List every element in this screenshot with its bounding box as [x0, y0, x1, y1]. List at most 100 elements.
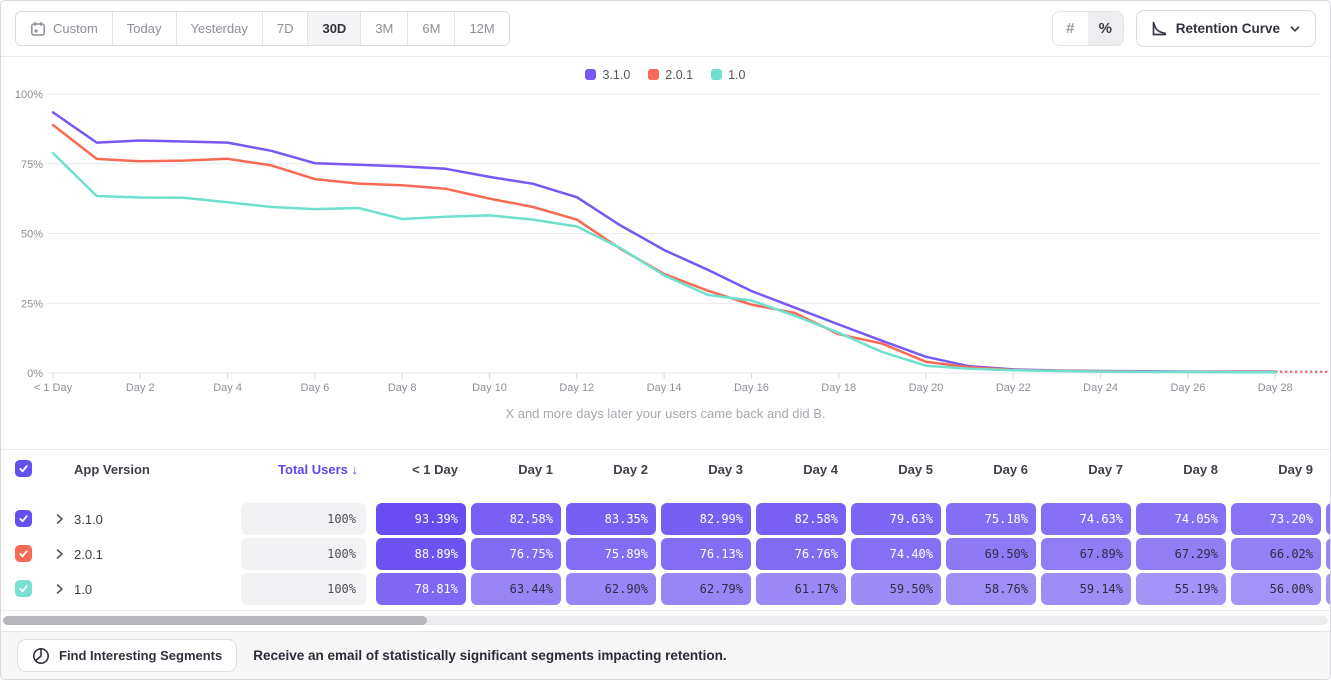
row-checkbox-1.0[interactable] [15, 580, 32, 597]
find-interesting-segments-button[interactable]: Find Interesting Segments [17, 639, 237, 672]
retention-cell: 82.58% [471, 503, 561, 535]
chart-legend: 3.1.0 2.0.1 1.0 [1, 57, 1330, 83]
chart-section: 3.1.02.0.11.0 0%25%50%75%100%< 1 DayDay … [1, 57, 1330, 449]
x-tick-label: Day 26 [1170, 382, 1205, 394]
retention-cell: 82.99% [661, 503, 751, 535]
retention-cell: 55.19% [1136, 573, 1226, 605]
chart-caption: X and more days later your users came ba… [1, 406, 1330, 421]
legend-label: 2.0.1 [665, 68, 693, 82]
retention-table: App Version Total Users ↓ < 1 Day Day 1 Da… [1, 449, 1330, 611]
expand-chevron-icon[interactable] [56, 514, 64, 524]
x-tick-label: Day 14 [647, 382, 682, 394]
total-users-cell: 100% [241, 503, 366, 535]
date-range-6m[interactable]: 6M [407, 12, 454, 45]
total-users-cell: 100% [241, 538, 366, 570]
retention-cell: 58.76% [946, 573, 1036, 605]
series-line-3.1.0 [53, 112, 1275, 371]
column-header-day-7[interactable]: Day 7 [1041, 450, 1123, 488]
toolbar-right: #% Retention Curve [1052, 10, 1316, 47]
date-range-3m[interactable]: 3M [360, 12, 407, 45]
row-checkbox-3.1.0[interactable] [15, 510, 32, 527]
date-range-30d[interactable]: 30D [307, 12, 360, 45]
table-body: 3.1.0100%93.39%82.58%83.35%82.99%82.58%7… [1, 503, 1330, 608]
y-tick-label: 75% [21, 159, 43, 171]
x-tick-label: Day 20 [909, 382, 944, 394]
date-range-yesterday[interactable]: Yesterday [176, 12, 262, 45]
retention-report: CustomTodayYesterday7D30D3M6M12M #% Rete… [0, 0, 1331, 680]
column-header-day-2[interactable]: Day 2 [566, 450, 648, 488]
column-header-day-5[interactable]: Day 5 [851, 450, 933, 488]
date-range-7d[interactable]: 7D [262, 12, 308, 45]
column-header-day-8[interactable]: Day 8 [1136, 450, 1218, 488]
retention-cell: 73.20% [1231, 503, 1321, 535]
x-tick-label: Day 10 [472, 382, 507, 394]
table-row-1.0: 1.0100%78.81%63.44%62.90%62.79%61.17%59.… [1, 573, 1330, 605]
app-version-label: 3.1.0 [74, 503, 103, 535]
table-row-3.1.0: 3.1.0100%93.39%82.58%83.35%82.99%82.58%7… [1, 503, 1330, 535]
retention-cell: 76.76% [756, 538, 846, 570]
column-header-day-9[interactable]: Day 9 [1231, 450, 1313, 488]
row-checkbox-2.0.1[interactable] [15, 545, 32, 562]
legend-label: 3.1.0 [602, 68, 630, 82]
date-range-today[interactable]: Today [112, 12, 176, 45]
retention-chart: 0%25%50%75%100%< 1 DayDay 2Day 4Day 6Day… [1, 83, 1331, 398]
column-header-total-users[interactable]: Total Users ↓ [241, 450, 358, 488]
expand-chevron-icon[interactable] [56, 549, 64, 559]
retention-cell: 61.17% [756, 573, 846, 605]
expand-chevron-icon[interactable] [56, 584, 64, 594]
date-range-custom[interactable]: Custom [16, 12, 112, 45]
column-header-day-3[interactable]: Day 3 [661, 450, 743, 488]
retention-cell: 56.00% [1231, 573, 1321, 605]
x-tick-label: Day 8 [388, 382, 417, 394]
column-header-day-6[interactable]: Day 6 [946, 450, 1028, 488]
date-range-12m[interactable]: 12M [454, 12, 508, 45]
toolbar: CustomTodayYesterday7D30D3M6M12M #% Rete… [1, 1, 1330, 57]
absolute-count-toggle[interactable]: # [1053, 12, 1088, 45]
y-tick-label: 50% [21, 229, 43, 241]
scrollbar-track[interactable] [3, 616, 1328, 625]
check-icon [18, 583, 29, 594]
select-all-checkbox[interactable] [15, 460, 32, 477]
column-header-day-1[interactable]: Day 1 [471, 450, 553, 488]
retention-cell: 56.50% [1326, 573, 1331, 605]
series-line-2.0.1 [53, 125, 1275, 372]
x-tick-label: Day 16 [734, 382, 769, 394]
total-users-cell: 100% [241, 573, 366, 605]
legend-item-1.0[interactable]: 1.0 [711, 68, 745, 82]
retention-cell: 69.50% [946, 538, 1036, 570]
retention-cell: 76.75% [471, 538, 561, 570]
retention-cell: 78.81% [376, 573, 466, 605]
column-header-1-day[interactable]: < 1 Day [376, 450, 458, 488]
x-tick-label: Day 22 [996, 382, 1031, 394]
retention-cell: 62.90% [566, 573, 656, 605]
column-header-day-4[interactable]: Day 4 [756, 450, 838, 488]
x-tick-label: Day 18 [821, 382, 856, 394]
retention-cell: 76.13% [661, 538, 751, 570]
legend-item-3.1.0[interactable]: 3.1.0 [585, 68, 630, 82]
chart-type-dropdown[interactable]: Retention Curve [1136, 10, 1316, 47]
segments-button-label: Find Interesting Segments [59, 648, 222, 663]
y-tick-label: 25% [21, 298, 43, 310]
y-tick-label: 0% [27, 368, 43, 380]
table-row-2.0.1: 2.0.1100%88.89%76.75%75.89%76.13%76.76%7… [1, 538, 1330, 570]
x-tick-label: < 1 Day [34, 382, 73, 394]
legend-swatch [648, 69, 659, 80]
check-icon [18, 548, 29, 559]
chart-type-label: Retention Curve [1176, 21, 1280, 36]
count-mode-toggle: #% [1052, 11, 1124, 46]
check-icon [18, 463, 29, 474]
scrollbar-thumb[interactable] [3, 616, 427, 625]
footer-message: Receive an email of statistically signif… [253, 648, 726, 663]
column-header-app-version[interactable]: App Version [74, 450, 150, 488]
legend-swatch [711, 69, 722, 80]
x-tick-label: Day 6 [301, 382, 330, 394]
footer-bar: Find Interesting Segments Receive an ema… [1, 631, 1330, 679]
retention-cell: 75.18% [946, 503, 1036, 535]
legend-item-2.0.1[interactable]: 2.0.1 [648, 68, 693, 82]
x-tick-label: Day 12 [559, 382, 594, 394]
percent-count-toggle[interactable]: % [1088, 12, 1123, 45]
retention-cell: 67.29% [1136, 538, 1226, 570]
x-tick-label: Day 4 [213, 382, 242, 394]
retention-cell: 59.14% [1041, 573, 1131, 605]
sort-desc-icon: ↓ [352, 462, 359, 477]
